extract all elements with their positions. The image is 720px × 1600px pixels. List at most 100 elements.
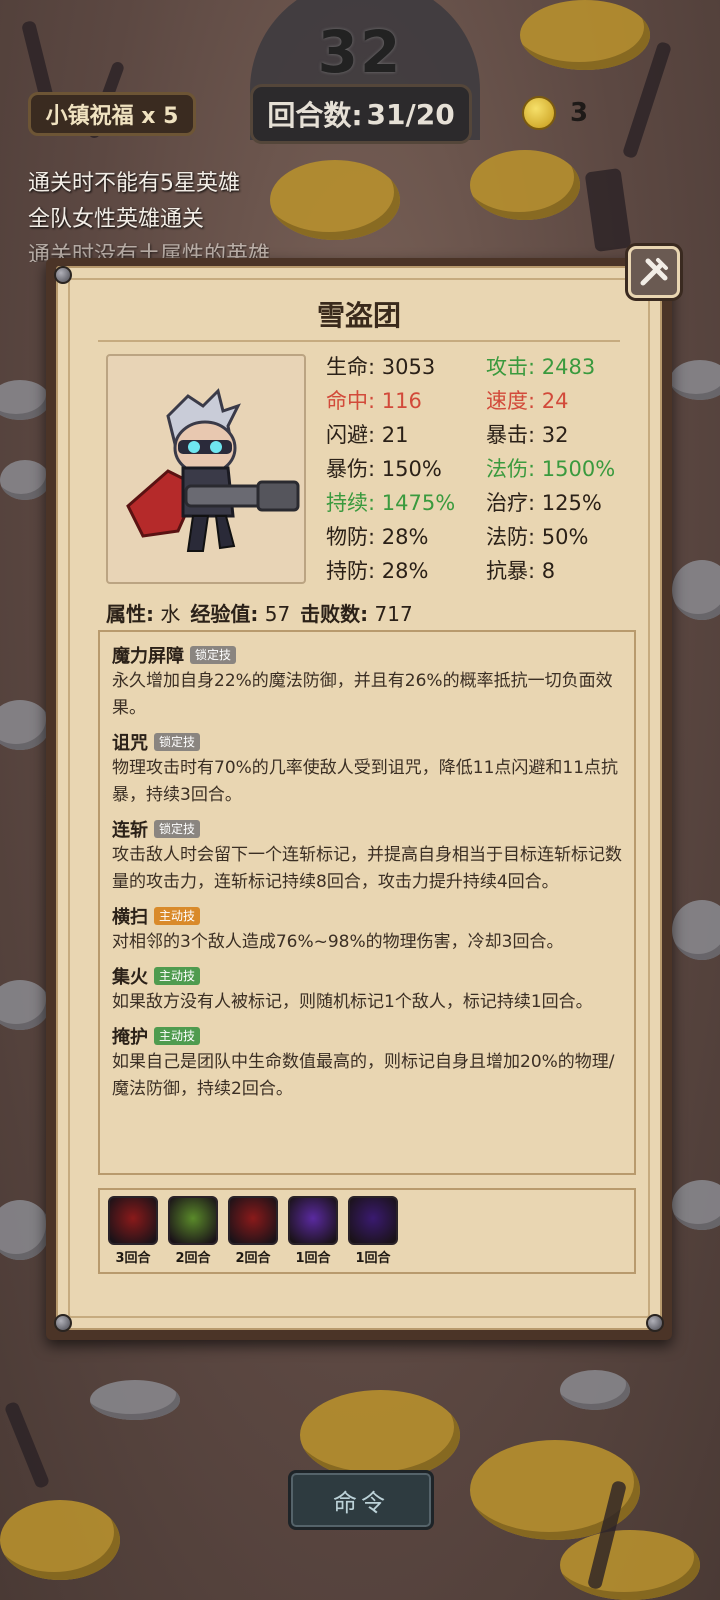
stat-label: 速度 (486, 389, 528, 413)
round-counter: 回合数: 31/20 (250, 84, 472, 144)
stat-value: 1475% (381, 491, 456, 515)
skill-name: 魔力屏障 (112, 646, 184, 667)
skill-description: 如果自己是团队中生命数值最高的，则标记自身且增加20%的物理/魔法防御，持续2回… (112, 1052, 615, 1099)
stat-value: 32 (541, 423, 569, 447)
stone (0, 980, 50, 1030)
stat-label: 治疗 (486, 491, 528, 515)
coin-display: 3 (522, 96, 588, 130)
stone (0, 700, 50, 750)
panel-parchment: 雪盗团 生命: 3053 攻击: 2483 命中: 116 速度: 24 闪避: 21 暴… (56, 266, 662, 1330)
stat-label: 攻击 (486, 355, 528, 379)
hero-meta: 属性: 水 经验值: 57 击败数: 717 (106, 598, 413, 627)
skill-item: 集火 主动技 如果敌方没有人被标记，则随机标记1个敌人，标记持续1回合。 (112, 963, 622, 1016)
skill-name: 横扫 (112, 907, 148, 928)
skill-item: 诅咒 锁定技物理攻击时有70%的几率使敌人受到诅咒，降低11点闪避和11点抗暴，持… (112, 729, 622, 809)
stat-value: 28% (381, 525, 429, 549)
skill-header: 横扫 主动技 (112, 903, 622, 929)
skill-type-badge: 锁定技 (154, 820, 201, 838)
buff-item[interactable]: 2回合 (168, 1196, 218, 1266)
close-icon (640, 258, 668, 286)
town-blessing-badge[interactable]: 小镇祝福 x 5 (28, 92, 196, 136)
skill-header: 连斩 锁定技 (112, 816, 622, 842)
buff-duration: 2回合 (175, 1251, 211, 1266)
hero-sprite-icon (126, 388, 300, 552)
skill-type-badge: 锁定技 (154, 733, 201, 751)
hero-name: 雪盗团 (316, 299, 401, 332)
spike (3, 1400, 51, 1490)
buff-duration: 2回合 (235, 1251, 271, 1266)
stone (0, 380, 50, 420)
stat-value: 125% (541, 491, 602, 515)
skill-description: 攻击敌人时会留下一个连斩标记，并提高自身相当于目标连斩标记数量的攻击力，连斩标记… (112, 845, 622, 892)
buff-item[interactable]: 3回合 (108, 1196, 158, 1266)
skill-description: 永久增加自身22%的魔法防御，并且有26%的概率抵抗一切负面效果。 (112, 671, 613, 718)
skill-description: 物理攻击时有70%的几率使敌人受到诅咒，降低11点闪避和11点抗暴，持续3回合。 (112, 758, 619, 805)
stat-item: 法伤: 1500% (486, 457, 616, 481)
hero-stats-grid: 生命: 3053 攻击: 2483 命中: 116 速度: 24 闪避: 21 暴击: 3… (326, 354, 656, 585)
purple-shadow-icon (348, 1196, 398, 1245)
stat-item: 抗暴: 8 (486, 559, 556, 583)
bush (0, 1500, 120, 1580)
skill-header: 诅咒 锁定技 (112, 729, 622, 755)
skill-type-badge: 主动技 (154, 967, 201, 985)
command-button[interactable]: 命令 (288, 1470, 434, 1530)
element-stat: 属性: 水 (106, 602, 181, 626)
stat-value: 8 (541, 559, 556, 583)
close-button[interactable] (628, 246, 680, 298)
skill-header: 掩护 主动技 (112, 1023, 622, 1049)
stat-label: 闪避 (326, 423, 368, 447)
green-potion-icon (168, 1196, 218, 1245)
bush (470, 150, 580, 220)
skill-type-badge: 主动技 (154, 907, 201, 925)
red-claw-icon (228, 1196, 278, 1245)
stone (560, 1370, 630, 1410)
exp-stat: 经验值: 57 (190, 602, 291, 626)
stat-item: 生命: 3053 (326, 355, 436, 379)
stat-label: 持续 (326, 491, 368, 515)
buff-duration: 3回合 (115, 1251, 151, 1266)
stat-item: 暴击: 32 (486, 423, 569, 447)
hero-detail-panel: 雪盗团 生命: 3053 攻击: 2483 命中: 116 速度: 24 闪避: 21 暴… (46, 258, 672, 1340)
skills-list[interactable]: 魔力屏障 锁定技 永久增加自身22%的魔法防御，并且有26%的概率抵抗一切负面效果。… (98, 630, 636, 1175)
stat-value: 1500% (541, 457, 616, 481)
skill-type-badge: 主动技 (154, 1027, 201, 1045)
coin-icon (522, 96, 556, 130)
buff-item[interactable]: 2回合 (228, 1196, 278, 1266)
stat-label: 暴伤 (326, 457, 368, 481)
stat-value: 24 (541, 389, 569, 413)
hero-portrait (106, 354, 306, 584)
bush (300, 1390, 460, 1480)
stat-label: 抗暴 (486, 559, 528, 583)
rivet (54, 266, 72, 284)
stat-item: 法防: 50% (486, 525, 589, 549)
stat-item: 治疗: 125% (486, 491, 602, 515)
stat-value: 116 (381, 389, 422, 413)
red-claw-icon (108, 1196, 158, 1245)
objectives-list: 通关时不能有5星英雄 全队女性英雄通关 通关时没有土属性的英雄 (28, 166, 270, 262)
skill-header: 集火 主动技 (112, 963, 622, 989)
skill-name: 集火 (112, 967, 148, 988)
stone (0, 1200, 50, 1260)
stone (672, 900, 720, 960)
stat-item: 持续: 1475% (326, 491, 456, 515)
stat-item: 物防: 28% (326, 525, 429, 549)
stat-label: 命中 (326, 389, 368, 413)
stat-value: 50% (541, 525, 589, 549)
rivet (646, 1314, 664, 1332)
stone (672, 560, 720, 620)
objective-item: 通关时不能有5星英雄 (28, 171, 240, 196)
stat-item: 速度: 24 (486, 389, 569, 413)
stat-label: 法伤 (486, 457, 528, 481)
buff-item[interactable]: 1回合 (288, 1196, 338, 1266)
rivet (54, 1314, 72, 1332)
skill-item: 魔力屏障 锁定技永久增加自身22%的魔法防御，并且有26%的概率抵抗一切负面效果。 (112, 642, 622, 722)
skill-type-badge: 锁定技 (190, 646, 237, 664)
stat-item: 命中: 116 (326, 389, 422, 413)
objective-item: 全队女性英雄通关 (28, 207, 205, 232)
buff-item[interactable]: 1回合 (348, 1196, 398, 1266)
skill-name: 掩护 (112, 1027, 148, 1048)
stat-label: 生命 (326, 355, 368, 379)
stat-label: 暴击 (486, 423, 528, 447)
buff-duration: 1回合 (295, 1251, 331, 1266)
stone (670, 360, 720, 400)
